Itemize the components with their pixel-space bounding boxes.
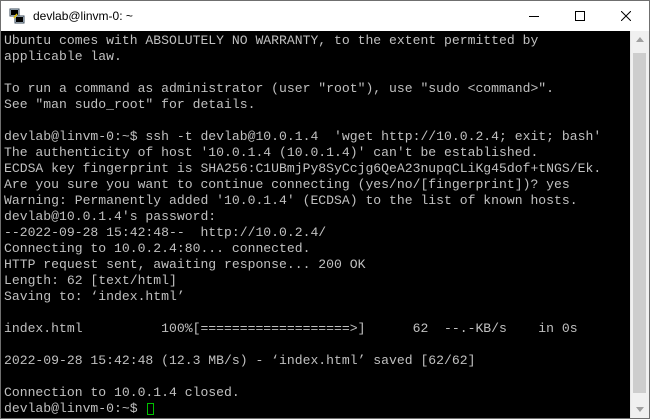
close-button[interactable]: [603, 1, 649, 31]
vertical-scrollbar[interactable]: [630, 31, 649, 418]
terminal-line: Length: 62 [text/html]: [4, 273, 177, 288]
terminal-line: 2022-09-28 15:42:48 (12.3 MB/s) - ‘index…: [4, 353, 476, 368]
terminal-line: index.html 100%[===================>] 62…: [4, 321, 578, 336]
terminal-line: --2022-09-28 15:42:48-- http://10.0.2.4/: [4, 225, 327, 240]
maximize-icon: [575, 11, 585, 21]
scroll-down-button[interactable]: [631, 401, 649, 418]
window-controls: [511, 1, 649, 31]
putty-window: devlab@linvm-0: ~ Ubuntu comes with ABSO…: [0, 0, 650, 419]
terminal-line: devlab@linvm-0:~$ ssh -t devlab@10.0.1.4…: [4, 129, 602, 144]
text-cursor: [147, 403, 155, 415]
terminal-line: Are you sure you want to continue connec…: [4, 177, 570, 192]
minimize-button[interactable]: [511, 1, 557, 31]
terminal-output: Ubuntu comes with ABSOLUTELY NO WARRANTY…: [1, 31, 630, 417]
close-icon: [621, 11, 631, 21]
terminal-line: See "man sudo_root" for details.: [4, 97, 256, 112]
terminal-line: Connection to 10.0.1.4 closed.: [4, 385, 240, 400]
minimize-icon: [529, 16, 539, 17]
terminal-line: Warning: Permanently added '10.0.1.4' (E…: [4, 193, 578, 208]
terminal-line: Saving to: ‘index.html’: [4, 289, 185, 304]
maximize-button[interactable]: [557, 1, 603, 31]
shell-prompt: devlab@linvm-0:~$: [4, 401, 146, 416]
terminal-line: The authenticity of host '10.0.1.4 (10.0…: [4, 145, 539, 160]
terminal-line: HTTP request sent, awaiting response... …: [4, 257, 366, 272]
terminal-area[interactable]: Ubuntu comes with ABSOLUTELY NO WARRANTY…: [1, 31, 630, 418]
chevron-up-icon: [636, 37, 644, 42]
terminal-line: Connecting to 10.0.2.4:80... connected.: [4, 241, 311, 256]
chevron-down-icon: [636, 407, 644, 412]
title-bar[interactable]: devlab@linvm-0: ~: [1, 1, 649, 31]
terminal-line: ECDSA key fingerprint is SHA256:C1UBmjPy…: [4, 161, 602, 176]
window-title: devlab@linvm-0: ~: [33, 9, 133, 23]
scrollbar-thumb[interactable]: [633, 53, 646, 393]
terminal-line: applicable law.: [4, 49, 122, 64]
putty-icon[interactable]: [9, 8, 25, 24]
terminal-line: Ubuntu comes with ABSOLUTELY NO WARRANTY…: [4, 33, 539, 48]
scroll-up-button[interactable]: [631, 31, 649, 48]
terminal-line: devlab@10.0.1.4's password:: [4, 209, 217, 224]
command-prompt-line[interactable]: devlab@linvm-0:~$: [4, 401, 630, 417]
terminal-line: To run a command as administrator (user …: [4, 81, 555, 96]
